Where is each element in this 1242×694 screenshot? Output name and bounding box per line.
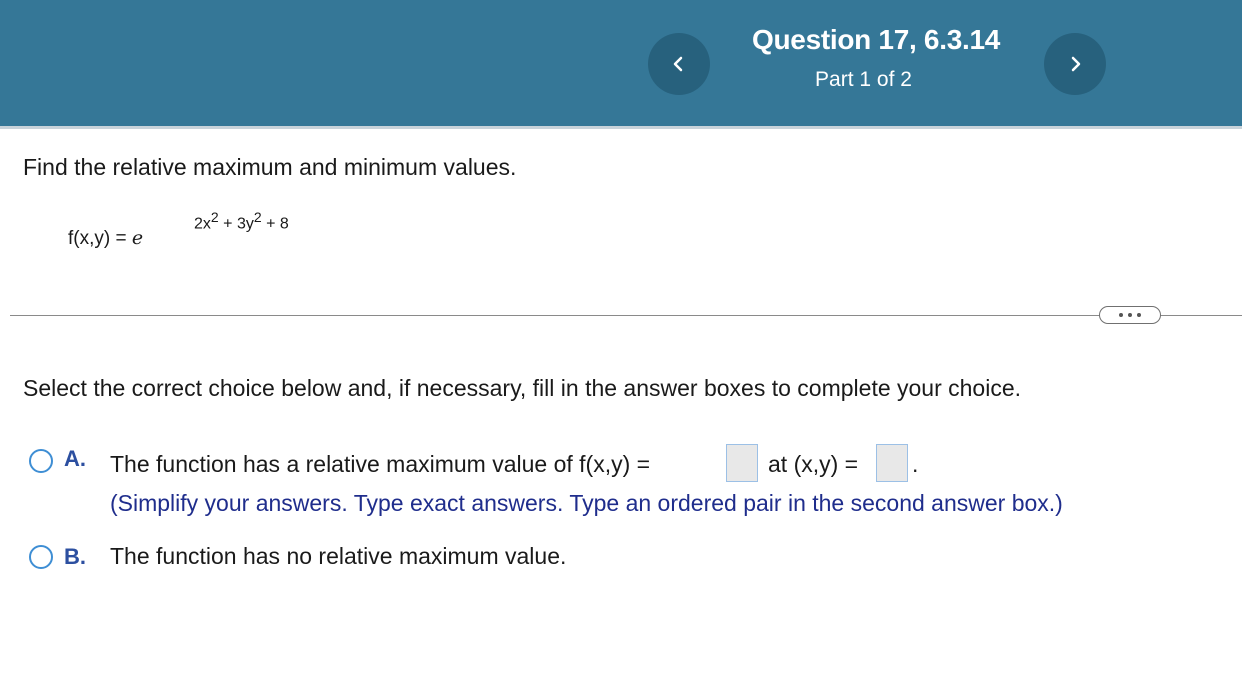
choice-a-text: The function has a relative maximum valu… (110, 451, 651, 477)
formula-base: f(x,y) = e (68, 227, 143, 250)
exp-power-1: 2 (210, 209, 219, 225)
exp-power-2: 2 (253, 209, 262, 225)
point-answer-box[interactable] (876, 444, 908, 482)
exp-term-2: + 3y (218, 215, 254, 233)
choice-b-radio[interactable] (29, 545, 53, 569)
section-divider (10, 315, 1242, 316)
exp-term-1: 2x (194, 215, 211, 233)
formula-lhs: f(x,y) = (68, 228, 132, 249)
formula-exponent: 2x2 + 3y2 + 8 (194, 209, 289, 233)
question-prompt: Find the relative maximum and minimum va… (23, 154, 517, 180)
question-header: Question 17, 6.3.14 Part 1 of 2 (0, 0, 1242, 129)
next-question-button[interactable] (1044, 33, 1106, 95)
choice-a-period: . (912, 451, 919, 477)
chevron-left-icon (673, 56, 683, 72)
choice-b-letter: B. (64, 544, 86, 569)
previous-question-button[interactable] (648, 33, 710, 95)
question-title: Question 17, 6.3.14 (752, 24, 1000, 55)
choice-b-text: The function has no relative maximum val… (110, 543, 567, 569)
choice-a-text-middle: at (x,y) = (768, 451, 859, 477)
answer-hint: (Simplify your answers. Type exact answe… (110, 490, 1063, 516)
more-button[interactable] (1099, 306, 1161, 324)
question-part: Part 1 of 2 (815, 68, 912, 91)
choice-a-letter: A. (64, 446, 86, 471)
formula-e: e (131, 227, 144, 249)
instruction-text: Select the correct choice below and, if … (23, 375, 1022, 401)
choice-a-radio[interactable] (29, 449, 53, 473)
ellipsis-icon (1119, 313, 1141, 317)
max-value-answer-box[interactable] (726, 444, 758, 482)
chevron-right-icon (1071, 56, 1081, 72)
exp-term-3: + 8 (261, 215, 289, 233)
